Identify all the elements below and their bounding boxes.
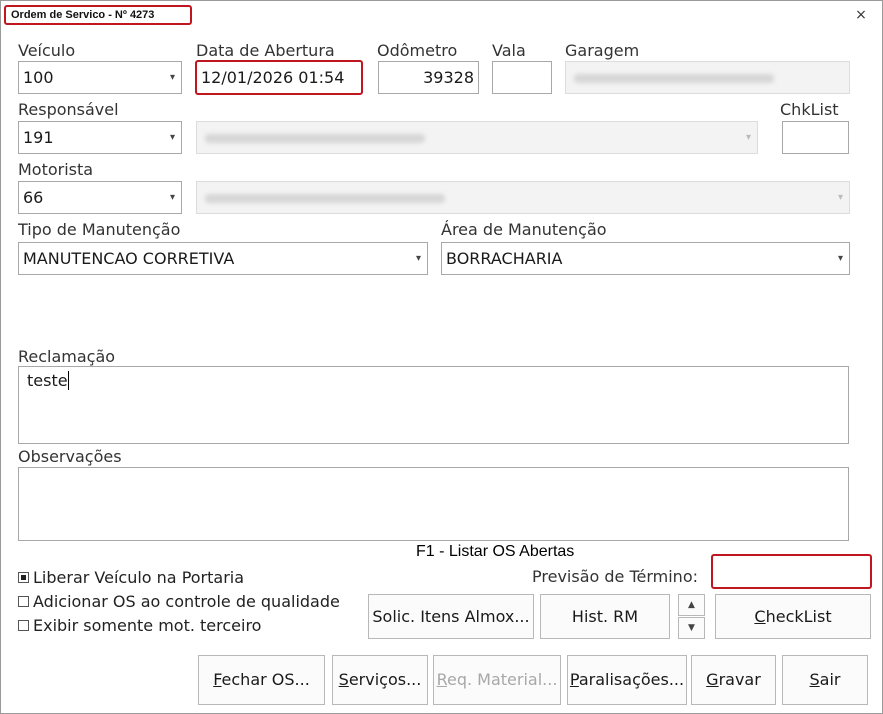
data-abertura-label: Data de Abertura (196, 41, 335, 60)
os-window: Ordem de Servico - Nº 4273 × Veículo 100… (0, 0, 883, 714)
liberar-veiculo-label: Liberar Veículo na Portaria (33, 568, 245, 587)
close-icon[interactable]: × (853, 7, 869, 23)
fechar-mnemonic: F (213, 670, 222, 689)
checkbox-unchecked-icon (18, 620, 29, 631)
paralisacoes-mnemonic: P (569, 670, 579, 689)
responsavel-value: 191 (23, 128, 54, 147)
title-highlight: Ordem de Servico - Nº 4273 (4, 5, 192, 25)
vala-field[interactable] (492, 61, 552, 94)
checklist-label: heckList (765, 607, 832, 626)
checklist-button[interactable]: CheckList (715, 594, 871, 639)
checklist-mnemonic: C (754, 607, 766, 626)
chevron-down-icon: ▾ (837, 192, 843, 203)
garagem-redacted (574, 74, 774, 83)
sair-label: air (819, 670, 841, 689)
spin-down-button[interactable]: ▼ (678, 617, 705, 639)
vala-label: Vala (492, 41, 526, 60)
gravar-button[interactable]: Gravar (691, 655, 776, 705)
spin-up-button[interactable]: ▲ (678, 594, 705, 616)
fechar-label: echar OS... (221, 670, 310, 689)
reclamacao-textarea[interactable]: teste (18, 366, 849, 444)
adicionar-qualidade-label: Adicionar OS ao controle de qualidade (33, 592, 340, 611)
responsavel-name-field: ▾ (196, 121, 758, 154)
chklist-field[interactable] (782, 121, 849, 154)
f1-hint: F1 - Listar OS Abertas (416, 543, 575, 560)
paralisacoes-button[interactable]: Paralisações... (567, 655, 687, 705)
motorista-select[interactable]: 66 ▾ (18, 181, 182, 214)
chevron-down-icon: ▾ (415, 253, 421, 264)
motorista-name-redacted (205, 194, 445, 203)
chevron-down-icon: ▾ (169, 72, 175, 83)
veiculo-label: Veículo (18, 41, 76, 60)
reclamacao-value: teste (27, 371, 68, 390)
observacoes-textarea[interactable] (18, 467, 849, 541)
arrow-up-icon: ▲ (688, 600, 695, 610)
garagem-label: Garagem (565, 41, 640, 60)
hist-rm-button[interactable]: Hist. RM (540, 594, 670, 639)
req-label: eq. Material... (446, 670, 558, 689)
motorista-value: 66 (23, 188, 44, 207)
solic-itens-label: Solic. Itens Almox... (372, 607, 530, 626)
arrow-down-icon: ▼ (688, 623, 695, 633)
garagem-field (565, 61, 850, 94)
hist-rm-label: Hist. RM (571, 607, 639, 626)
responsavel-label: Responsável (18, 100, 119, 119)
liberar-veiculo-checkbox[interactable]: Liberar Veículo na Portaria (18, 568, 244, 587)
sair-button[interactable]: Sair (782, 655, 868, 705)
adicionar-qualidade-checkbox[interactable]: Adicionar OS ao controle de qualidade (18, 592, 340, 611)
checkbox-checked-icon (18, 572, 29, 583)
motorista-name-field: ▾ (196, 181, 850, 214)
servicos-mnemonic: S (338, 670, 349, 689)
chevron-down-icon: ▾ (169, 132, 175, 143)
chevron-down-icon: ▾ (837, 253, 843, 264)
area-manutencao-select[interactable]: BORRACHARIA ▾ (441, 242, 850, 275)
reclamacao-label: Reclamação (18, 347, 116, 366)
data-abertura-field[interactable]: 12/01/2026 01:54 (195, 60, 363, 95)
servicos-button[interactable]: Serviços... (332, 655, 428, 705)
responsavel-select[interactable]: 191 ▾ (18, 121, 182, 154)
tipo-manutencao-value: MANUTENCAO CORRETIVA (23, 249, 235, 268)
req-mnemonic: R (436, 670, 447, 689)
previsao-field[interactable] (711, 554, 872, 589)
responsavel-name-redacted (205, 134, 425, 143)
exibir-terceiro-checkbox[interactable]: Exibir somente mot. terceiro (18, 616, 261, 635)
window-title: Ordem de Servico - Nº 4273 (11, 9, 155, 21)
req-material-button[interactable]: Req. Material... (433, 655, 561, 705)
sair-mnemonic: S (809, 670, 820, 689)
odometro-value: 39328 (423, 68, 474, 87)
tipo-manutencao-select[interactable]: MANUTENCAO CORRETIVA ▾ (18, 242, 428, 275)
odometro-label: Odômetro (377, 41, 458, 60)
area-manutencao-value: BORRACHARIA (446, 249, 563, 268)
tipo-manutencao-label: Tipo de Manutenção (18, 220, 181, 239)
previsao-label: Previsão de Término: (532, 567, 698, 586)
chevron-down-icon: ▾ (169, 192, 175, 203)
gravar-mnemonic: G (706, 670, 719, 689)
fechar-os-button[interactable]: Fechar OS... (198, 655, 325, 705)
chklist-label: ChkList (780, 100, 839, 119)
paralisacoes-label: aralisações... (578, 670, 685, 689)
odometro-field[interactable]: 39328 (378, 61, 479, 94)
gravar-label: ravar (718, 670, 761, 689)
servicos-label: erviços... (348, 670, 422, 689)
observacoes-label: Observações (18, 447, 122, 466)
area-manutencao-label: Área de Manutenção (441, 220, 607, 239)
checkbox-unchecked-icon (18, 596, 29, 607)
data-abertura-value: 12/01/2026 01:54 (201, 68, 345, 87)
solic-itens-button[interactable]: Solic. Itens Almox... (368, 594, 534, 639)
text-cursor (67, 371, 69, 390)
motorista-label: Motorista (18, 160, 94, 179)
veiculo-select[interactable]: 100 ▾ (18, 61, 182, 94)
chevron-down-icon: ▾ (745, 132, 751, 143)
exibir-terceiro-label: Exibir somente mot. terceiro (33, 616, 262, 635)
veiculo-value: 100 (23, 68, 54, 87)
